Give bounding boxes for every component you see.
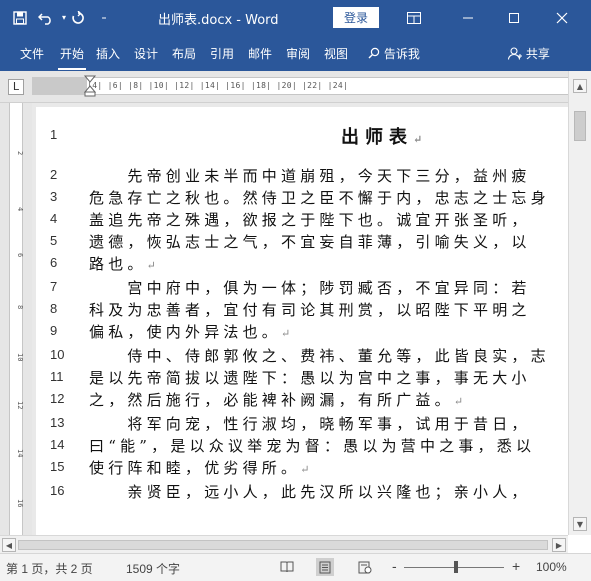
line-text: 之，然后施行，必能裨补阙漏，有所广益。↵ <box>89 391 464 409</box>
status-bar: 第 1 页，共 2 页 1509 个字 - + 100% <box>0 553 591 581</box>
line-text: 科及为忠善者，宜付有司论其刑赏，以昭陛下平明之 <box>89 301 531 319</box>
line-text: 先帝创业未半而中道崩殂，今天下三分，益州疲 <box>89 167 531 185</box>
line-text: 宫中府中，俱为一体；陟罚臧否，不宜异同：若 <box>89 279 531 297</box>
ribbon-display-icon[interactable] <box>392 0 436 35</box>
ribbon-tabs: 文件 开始 插入 设计 布局 引用 邮件 审阅 视图 告诉我 共享 <box>0 35 591 71</box>
word-count[interactable]: 1509 个字 <box>126 560 180 577</box>
tab-design[interactable]: 设计 <box>134 45 158 62</box>
line-text: 偏私，使内外异法也。↵ <box>89 323 291 341</box>
zoom-in-button[interactable]: + <box>512 558 520 574</box>
zoom-level[interactable]: 100% <box>536 560 567 574</box>
vruler-tick: 6 <box>16 253 24 258</box>
page-count[interactable]: 第 1 页，共 2 页 <box>6 560 93 577</box>
indent-marker-icon[interactable] <box>84 75 96 97</box>
line-number: 7 <box>50 279 58 294</box>
share-button[interactable]: 共享 <box>507 45 550 62</box>
tab-review[interactable]: 审阅 <box>286 45 310 62</box>
vruler-tick: 2 <box>16 151 24 156</box>
tab-selector[interactable]: L <box>8 79 24 95</box>
document-title: 出师表.docx - Word <box>158 13 279 28</box>
scroll-right-icon[interactable]: ▶ <box>552 538 566 552</box>
line-number: 13 <box>50 415 65 430</box>
minimize-icon[interactable] <box>446 0 490 35</box>
vruler-tick: 12 <box>16 401 24 410</box>
line-number: 9 <box>50 323 58 338</box>
line-number: 15 <box>50 459 65 474</box>
line-number: 8 <box>50 301 58 316</box>
line-text: 遗德，恢弘志士之气，不宜妄自菲薄，引喻失义，以 <box>89 233 531 251</box>
scroll-left-icon[interactable]: ◀ <box>2 538 16 552</box>
tab-home[interactable]: 开始 <box>57 45 87 70</box>
vruler-tick: 4 <box>16 207 24 212</box>
read-mode-icon[interactable] <box>278 558 296 576</box>
tell-me-label: 告诉我 <box>383 47 420 61</box>
line-number: 10 <box>50 347 65 362</box>
search-icon <box>368 47 380 59</box>
title-bar: ▾ ₌ 出师表.docx - Word 登录 <box>0 0 591 35</box>
horizontal-scrollbar[interactable]: ◀ ▶ <box>0 535 568 553</box>
login-button[interactable]: 登录 <box>333 7 379 28</box>
line-text: 盖追先帝之殊遇，欲报之于陛下也。诚宜开张圣听， <box>89 211 531 229</box>
vruler-tick: 10 <box>16 353 24 362</box>
document-page[interactable]: 1 出师表↵ 2 先帝创业未半而中道崩殂，今天下三分，益州疲 3 危急存亡之秋也… <box>36 107 568 535</box>
customize-qat-icon[interactable]: ₌ <box>92 0 116 35</box>
tab-layout[interactable]: 布局 <box>172 45 196 62</box>
vertical-scroll-thumb[interactable] <box>574 111 586 141</box>
vruler-tick: 8 <box>16 305 24 310</box>
vruler-tick: 16 <box>16 499 24 508</box>
line-number: 14 <box>50 437 65 452</box>
line-text: 将军向宠，性行淑均，晓畅军事，试用于昔日， <box>89 415 531 433</box>
scroll-down-icon[interactable]: ▼ <box>573 517 587 531</box>
line-number: 2 <box>50 167 58 182</box>
zoom-out-button[interactable]: - <box>392 558 397 574</box>
share-label: 共享 <box>525 47 550 61</box>
document-area[interactable]: 1 出师表↵ 2 先帝创业未半而中道崩殂，今天下三分，益州疲 3 危急存亡之秋也… <box>32 103 568 535</box>
line-number: 3 <box>50 189 58 204</box>
vruler-tick: 14 <box>16 449 24 458</box>
web-layout-icon[interactable] <box>356 558 374 576</box>
tab-view[interactable]: 视图 <box>324 45 348 62</box>
line-text: 是以先帝简拔以遗陛下：愚以为宫中之事，事无大小 <box>89 369 531 387</box>
line-text: 亲贤臣，远小人，此先汉所以兴隆也；亲小人， <box>89 483 531 501</box>
tell-me-search[interactable]: 告诉我 <box>368 45 420 62</box>
line-text: 路也。↵ <box>89 255 156 273</box>
person-icon <box>507 47 522 60</box>
line-number: 11 <box>50 369 64 384</box>
tab-references[interactable]: 引用 <box>210 45 234 62</box>
document-title-text: 出师表↵ <box>341 127 423 148</box>
ruler-bar: L |2| | |2| |4| |6| |8| |10| |12| |14| |… <box>0 71 591 103</box>
tab-file[interactable]: 文件 <box>20 45 44 62</box>
vertical-ruler[interactable]: 2 4 6 8 10 12 14 16 <box>9 103 24 535</box>
save-icon[interactable] <box>8 0 32 35</box>
zoom-slider-thumb[interactable] <box>454 561 458 573</box>
line-text: 曰“能”，是以众议举宠为督：愚以为营中之事，悉以 <box>89 437 536 455</box>
vertical-ruler-area: 2 4 6 8 10 12 14 16 <box>0 103 32 535</box>
line-text: 侍中、侍郎郭攸之、费祎、董允等，此皆良实，志 <box>89 347 550 365</box>
tab-insert[interactable]: 插入 <box>96 45 120 62</box>
line-number: 4 <box>50 211 58 226</box>
line-number: 1 <box>50 127 58 142</box>
line-number: 16 <box>50 483 65 498</box>
line-number: 6 <box>50 255 58 270</box>
horizontal-scroll-thumb[interactable] <box>18 540 548 550</box>
ruler-left-margin <box>32 77 87 95</box>
line-number: 12 <box>50 391 65 406</box>
horizontal-ruler[interactable]: |2| | |2| |4| |6| |8| |10| |12| |14| |16… <box>32 77 568 95</box>
tab-mailings[interactable]: 邮件 <box>248 45 272 62</box>
vertical-scrollbar[interactable]: ▲ ▼ <box>568 71 591 535</box>
maximize-icon[interactable] <box>492 0 536 35</box>
print-layout-icon[interactable] <box>316 558 334 576</box>
line-number: 5 <box>50 233 58 248</box>
redo-icon[interactable] <box>66 0 90 35</box>
line-text: 危急存亡之秋也。然侍卫之臣不懈于内，忠志之士忘身 <box>89 189 550 207</box>
close-icon[interactable] <box>540 0 584 35</box>
line-text: 使行阵和睦，优劣得所。↵ <box>89 459 310 477</box>
scroll-up-icon[interactable]: ▲ <box>573 79 587 93</box>
